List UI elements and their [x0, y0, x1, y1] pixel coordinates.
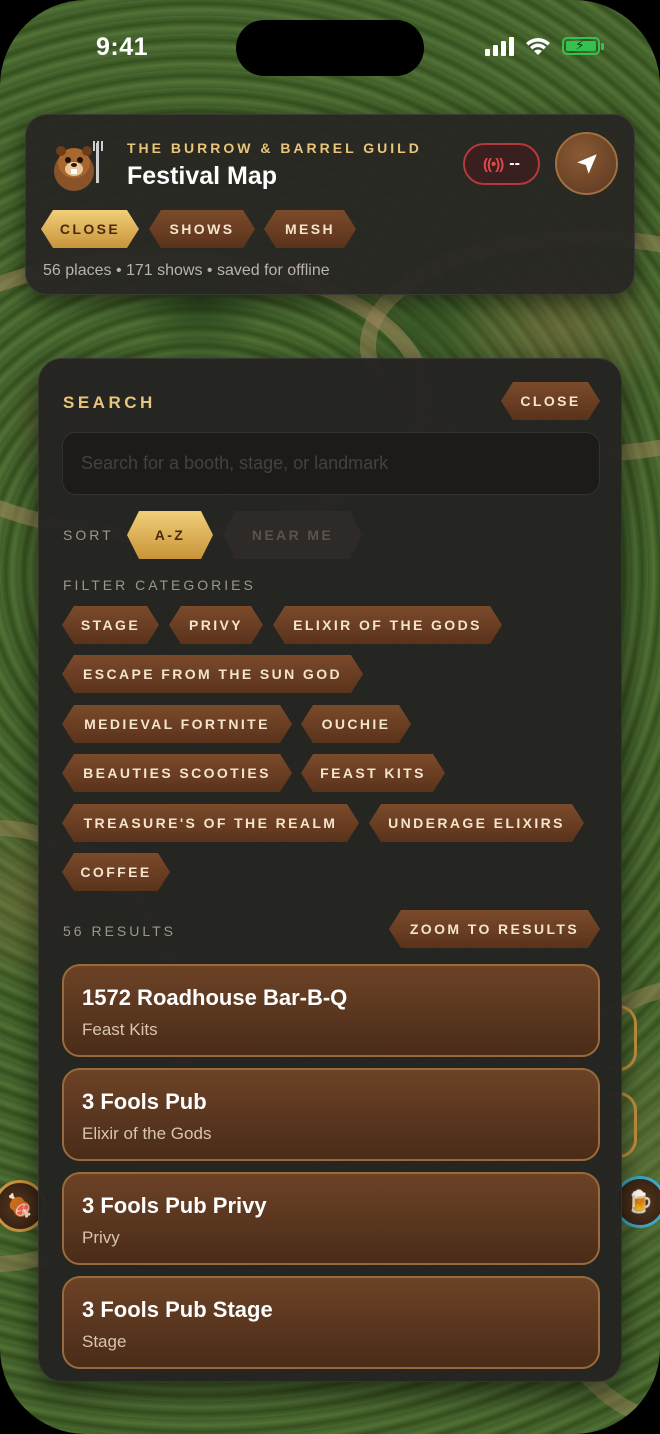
- search-heading: SEARCH: [63, 393, 156, 412]
- category-chip[interactable]: TREASURE'S OF THE REALM: [62, 804, 359, 842]
- category-chip[interactable]: OUCHIE: [301, 705, 411, 743]
- mesh-status-button[interactable]: ((•)) --: [463, 143, 540, 185]
- close-search-button[interactable]: CLOSE: [501, 382, 600, 420]
- page-title: Festival Map: [127, 162, 278, 190]
- category-chip[interactable]: ESCAPE FROM THE SUN GOD: [62, 655, 363, 693]
- battery-icon: ⚡: [562, 37, 604, 55]
- result-name: 1572 Roadhouse Bar-B-Q: [82, 985, 348, 1010]
- tab-mesh[interactable]: MESH: [264, 210, 356, 248]
- tab-shows[interactable]: SHOWS: [149, 210, 255, 248]
- category-chip[interactable]: BEAUTIES SCOOTIES: [62, 754, 292, 792]
- sort-a-z[interactable]: A-Z: [127, 511, 213, 559]
- category-chip[interactable]: COFFEE: [62, 853, 170, 891]
- result-item[interactable]: 3 Fools Pub Elixir of the Gods: [62, 1068, 600, 1161]
- wifi-icon: [526, 38, 550, 55]
- result-name: 3 Fools Pub Privy: [82, 1193, 267, 1218]
- result-item[interactable]: 3 Fools Pub Privy Privy: [62, 1172, 600, 1265]
- result-name: 3 Fools Pub Stage: [82, 1297, 273, 1322]
- location-arrow-icon: [576, 153, 597, 174]
- phone-screen: 🍖 🍺 9:41 ⚡ THE BURROW & BARREL GUILD Fes…: [0, 0, 660, 1434]
- category-chip[interactable]: MEDIEVAL FORTNITE: [62, 705, 292, 743]
- header-card: THE BURROW & BARREL GUILD Festival Map (…: [25, 114, 635, 295]
- filter-categories-label: FILTER CATEGORIES: [63, 577, 256, 593]
- sort-near-me[interactable]: NEAR ME: [223, 511, 362, 559]
- result-category: Feast Kits: [82, 1020, 158, 1039]
- results-count: 56 RESULTS: [63, 923, 176, 939]
- result-category: Privy: [82, 1228, 120, 1247]
- zoom-to-results-button[interactable]: ZOOM TO RESULTS: [389, 910, 600, 948]
- sort-label: SORT: [63, 527, 114, 543]
- cellular-signal-icon: [485, 36, 514, 56]
- radio-waves-icon: ((•)): [483, 155, 504, 173]
- mesh-status-value: --: [509, 155, 520, 172]
- search-input[interactable]: [62, 432, 600, 495]
- tab-close[interactable]: CLOSE: [41, 210, 139, 248]
- category-chip[interactable]: UNDERAGE ELIXIRS: [369, 804, 584, 842]
- category-chip[interactable]: ELIXIR OF THE GODS: [273, 606, 502, 644]
- status-time: 9:41: [96, 33, 149, 61]
- guild-name: THE BURROW & BARREL GUILD: [127, 140, 422, 156]
- locate-me-button[interactable]: [555, 132, 618, 195]
- dynamic-island: [236, 20, 424, 76]
- category-chip[interactable]: STAGE: [62, 606, 159, 644]
- search-panel: SEARCH CLOSE SORT A-Z NEAR ME FILTER CAT…: [38, 358, 622, 1382]
- result-category: Elixir of the Gods: [82, 1124, 212, 1143]
- result-category: Stage: [82, 1332, 127, 1351]
- category-chip[interactable]: FEAST KITS: [301, 754, 445, 792]
- result-name: 3 Fools Pub: [82, 1089, 207, 1114]
- result-item[interactable]: 1572 Roadhouse Bar-B-Q Feast Kits: [62, 964, 600, 1057]
- status-icons: ⚡: [485, 36, 604, 56]
- result-item[interactable]: 3 Fools Pub Stage Stage: [62, 1276, 600, 1369]
- category-chip[interactable]: PRIVY: [169, 606, 263, 644]
- map-stats: 56 places • 171 shows • saved for offlin…: [43, 262, 330, 279]
- beaver-mascot-icon: [54, 141, 103, 191]
